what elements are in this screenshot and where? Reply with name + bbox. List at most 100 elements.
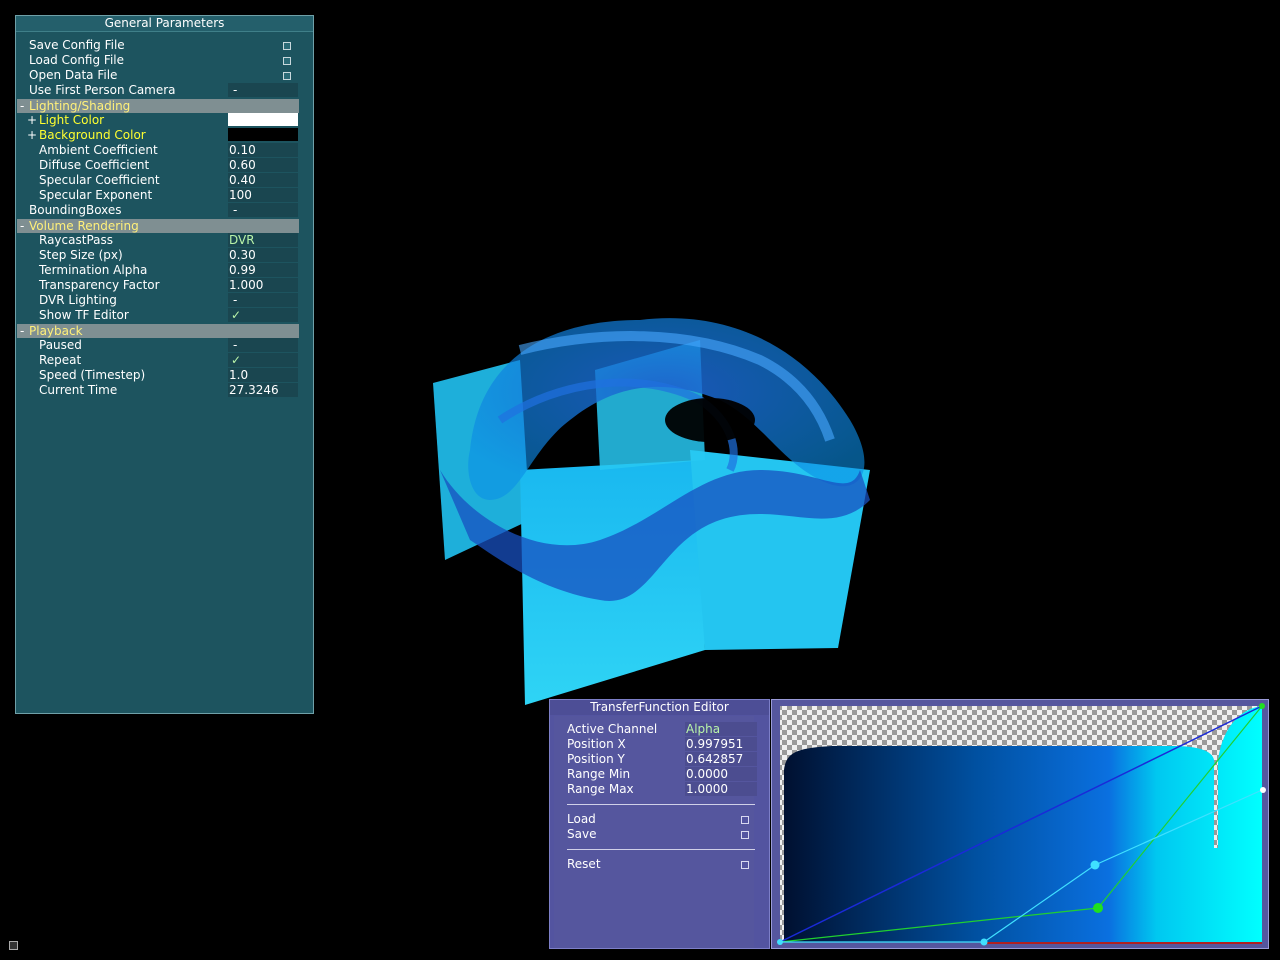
- dvr-lighting-label: DVR Lighting: [39, 293, 117, 307]
- active-channel-select[interactable]: Alpha: [685, 722, 757, 736]
- specular-label: Specular Coefficient: [39, 173, 160, 187]
- transfer-function-graph[interactable]: [771, 699, 1269, 949]
- tf-control-point-start[interactable]: [777, 939, 783, 945]
- tf-reset-label: Reset: [567, 857, 601, 871]
- volume-hole: [665, 398, 755, 442]
- show-tf-editor-checkbox[interactable]: ✓: [228, 308, 298, 322]
- transparency-row[interactable]: Transparency Factor 1.000: [16, 278, 313, 293]
- load-config-label: Load Config File: [29, 53, 124, 67]
- show-tf-editor-label: Show TF Editor: [39, 308, 129, 322]
- diffuse-row[interactable]: Diffuse Coefficient 0.60: [16, 158, 313, 173]
- position-y-value[interactable]: 0.642857: [685, 752, 757, 766]
- background-color-row[interactable]: + Background Color: [16, 128, 313, 143]
- light-color-swatch[interactable]: [228, 113, 298, 126]
- expand-icon[interactable]: +: [27, 128, 37, 143]
- tf-save-button[interactable]: [741, 831, 749, 839]
- tf-control-point-green[interactable]: [1093, 903, 1103, 913]
- termination-alpha-row[interactable]: Termination Alpha 0.99: [16, 263, 313, 278]
- corner-icon[interactable]: [9, 941, 18, 950]
- group-toggle[interactable]: -: [20, 324, 24, 338]
- first-person-camera-row[interactable]: Use First Person Camera -: [16, 83, 313, 98]
- repeat-row[interactable]: Repeat ✓: [16, 353, 313, 368]
- panel-title: General Parameters: [16, 16, 313, 32]
- tf-reset-row[interactable]: Reset: [554, 857, 754, 872]
- save-config-row[interactable]: Save Config File: [16, 38, 313, 53]
- show-tf-editor-row[interactable]: Show TF Editor ✓: [16, 308, 313, 323]
- group-playback[interactable]: - Playback: [17, 324, 299, 338]
- position-y-row[interactable]: Position Y 0.642857: [554, 752, 757, 767]
- ambient-value[interactable]: 0.10: [228, 143, 298, 157]
- tf-graph-canvas[interactable]: [772, 700, 1268, 948]
- transfer-function-editor-panel: TransferFunction Editor Active Channel A…: [549, 699, 770, 949]
- step-size-label: Step Size (px): [39, 248, 123, 262]
- group-lighting-shading[interactable]: - Lighting/Shading: [17, 99, 299, 113]
- group-volume-rendering[interactable]: - Volume Rendering: [17, 219, 299, 233]
- tf-save-row[interactable]: Save: [554, 827, 754, 842]
- tf-control-point-end[interactable]: [1259, 703, 1265, 709]
- range-min-row[interactable]: Range Min 0.0000: [554, 767, 757, 782]
- transparency-label: Transparency Factor: [39, 278, 160, 292]
- first-person-camera-toggle[interactable]: -: [228, 83, 298, 97]
- load-config-row[interactable]: Load Config File: [16, 53, 313, 68]
- group-toggle[interactable]: -: [20, 219, 24, 233]
- specular-row[interactable]: Specular Coefficient 0.40: [16, 173, 313, 188]
- position-x-label: Position X: [567, 737, 626, 751]
- load-config-button[interactable]: [283, 57, 291, 65]
- transparency-value[interactable]: 1.000: [228, 278, 298, 292]
- tf-load-button[interactable]: [741, 816, 749, 824]
- tf-load-row[interactable]: Load: [554, 812, 754, 827]
- termination-alpha-value[interactable]: 0.99: [228, 263, 298, 277]
- bounding-boxes-toggle[interactable]: -: [228, 203, 298, 217]
- separator: [567, 849, 755, 850]
- active-channel-row[interactable]: Active Channel Alpha: [554, 722, 757, 737]
- speed-label: Speed (Timestep): [39, 368, 146, 382]
- save-config-label: Save Config File: [29, 38, 125, 52]
- first-person-camera-label: Use First Person Camera: [29, 83, 176, 97]
- raycast-pass-row[interactable]: RaycastPass DVR: [16, 233, 313, 248]
- tf-control-point-white[interactable]: [1260, 787, 1266, 793]
- specular-value[interactable]: 0.40: [228, 173, 298, 187]
- paused-row[interactable]: Paused -: [16, 338, 313, 353]
- group-toggle[interactable]: -: [20, 99, 24, 113]
- group-label: Lighting/Shading: [29, 99, 131, 113]
- tf-editor-title: TransferFunction Editor: [550, 700, 769, 715]
- step-size-row[interactable]: Step Size (px) 0.30: [16, 248, 313, 263]
- dvr-lighting-toggle[interactable]: -: [228, 293, 298, 307]
- save-config-button[interactable]: [283, 42, 291, 50]
- ambient-row[interactable]: Ambient Coefficient 0.10: [16, 143, 313, 158]
- raycast-pass-select[interactable]: DVR: [228, 233, 298, 247]
- current-time-value[interactable]: 27.3246: [228, 383, 298, 397]
- light-color-row[interactable]: + Light Color: [16, 113, 313, 128]
- paused-toggle[interactable]: -: [228, 338, 298, 352]
- tf-control-point-cyan[interactable]: [1090, 860, 1100, 870]
- speed-value[interactable]: 1.0: [228, 368, 298, 382]
- current-time-row[interactable]: Current Time 27.3246: [16, 383, 313, 398]
- tf-control-point-cyan-low[interactable]: [980, 938, 988, 946]
- diffuse-value[interactable]: 0.60: [228, 158, 298, 172]
- group-label: Volume Rendering: [29, 219, 139, 233]
- position-x-row[interactable]: Position X 0.997951: [554, 737, 757, 752]
- step-size-value[interactable]: 0.30: [228, 248, 298, 262]
- range-max-row[interactable]: Range Max 1.0000: [554, 782, 757, 797]
- repeat-checkbox[interactable]: ✓: [228, 353, 298, 367]
- range-max-label: Range Max: [567, 782, 634, 796]
- tf-load-label: Load: [567, 812, 596, 826]
- open-data-button[interactable]: [283, 72, 291, 80]
- position-x-value[interactable]: 0.997951: [685, 737, 757, 751]
- bounding-boxes-row[interactable]: BoundingBoxes -: [16, 203, 313, 218]
- exponent-row[interactable]: Specular Exponent 100: [16, 188, 313, 203]
- open-data-label: Open Data File: [29, 68, 118, 82]
- bounding-boxes-label: BoundingBoxes: [29, 203, 122, 217]
- position-y-label: Position Y: [567, 752, 625, 766]
- range-max-value[interactable]: 1.0000: [685, 782, 757, 796]
- background-color-swatch[interactable]: [228, 128, 298, 141]
- exponent-value[interactable]: 100: [228, 188, 298, 202]
- dvr-lighting-row[interactable]: DVR Lighting -: [16, 293, 313, 308]
- tf-editor-controls: Active Channel Alpha Position X 0.997951…: [554, 716, 757, 948]
- range-min-value[interactable]: 0.0000: [685, 767, 757, 781]
- tf-reset-button[interactable]: [741, 861, 749, 869]
- background-color-label: Background Color: [39, 128, 146, 142]
- open-data-row[interactable]: Open Data File: [16, 68, 313, 83]
- expand-icon[interactable]: +: [27, 113, 37, 128]
- speed-row[interactable]: Speed (Timestep) 1.0: [16, 368, 313, 383]
